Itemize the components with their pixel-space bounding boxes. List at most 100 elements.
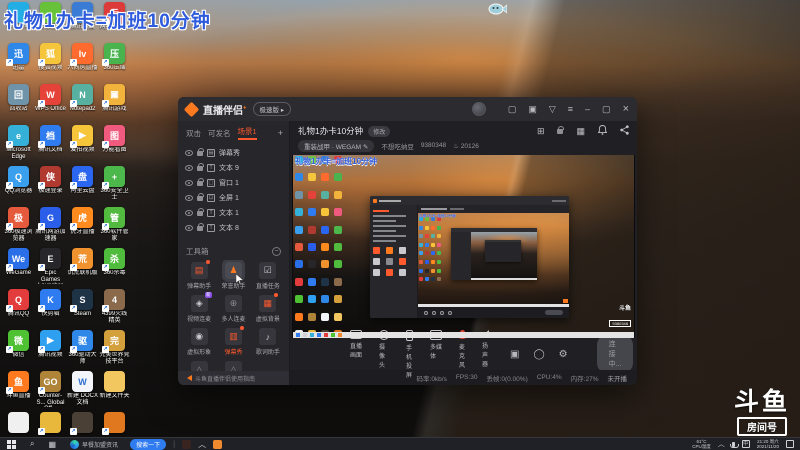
tray-mic-icon[interactable] [729,441,739,448]
edge-taskbar-item[interactable]: 早餐加盟资讯 [63,438,125,450]
lock-icon[interactable] [197,163,204,171]
edition-badge[interactable]: 极速版 ▸ [252,102,292,116]
desktop-icon[interactable]: 压 ↗ 360压缩 [99,43,130,84]
record-icon[interactable]: ▣ [510,349,519,360]
scene-tab[interactable]: 双击 [186,128,201,139]
desktop-icon[interactable]: 鱼 ↗ 斗鱼直播 [3,371,34,412]
share-icon[interactable] [620,125,629,137]
desktop-icon[interactable]: + ↗ 360安全卫士 [99,166,130,207]
visibility-eye-icon[interactable] [185,194,193,201]
headset-icon[interactable]: ▣ [528,104,537,114]
scene-tab[interactable]: 可发名 [208,128,231,139]
visibility-eye-icon[interactable] [185,149,193,156]
desktop-icon[interactable]: K ↗ 快剪辑 [35,289,66,330]
toolbox-tool[interactable]: ▥ 弹幕秀 [216,326,250,356]
wps-taskbar-icon[interactable] [213,439,223,449]
desktop-icon[interactable]: GO↗Counter-S... Global Off... [35,371,66,412]
category-pill[interactable]: 重装战甲 · WEGAM ✎ [298,139,375,152]
desktop-icon[interactable]: 管 ↗ 360软件管家 [99,207,130,248]
clock[interactable]: 21:20 周六 2021/11/20 [757,439,779,449]
toolbox-tool[interactable]: ◉ 虚拟形象 [182,328,216,356]
desktop-icon[interactable]: 档 ↗ 腾讯文档 [35,125,66,166]
toolbox-tool[interactable]: ⊕ 多人连麦 [216,295,250,323]
source-row[interactable]: ⊡ 全屏 1 [178,190,289,205]
toolbox-tool[interactable]: ◈ 新 视频连麦 [182,292,216,323]
scene-tab[interactable]: 场景1 [237,126,257,140]
desktop-icon[interactable]: 图 ↗ 万能看图 [99,125,130,166]
desktop-icon[interactable]: 微 ↗ 微信 [3,330,34,371]
add-scene-button[interactable]: + [278,128,283,138]
lock-icon[interactable] [197,148,204,156]
toolbox-tool[interactable]: ▦ 虚拟背景 [251,293,285,323]
toolbox-tool[interactable]: △ [216,361,250,371]
search-icon[interactable]: ⌕ [23,438,41,450]
minimize-button[interactable]: – [585,104,590,114]
desktop-icon[interactable]: 4 ↗ 4399火线精英 [99,289,130,330]
toolbox-tool[interactable]: ▤ 弹幕助手 [182,260,216,290]
source-row[interactable]: T 文本 8 [178,220,289,235]
source-row[interactable]: ▢ 窗口 1 [178,175,289,190]
lock-icon[interactable] [197,208,204,216]
task-view-icon[interactable]: ▦ [41,438,63,450]
desktop-icon[interactable]: We ↗ WeGame [3,248,34,289]
live-preview[interactable]: 礼物1办卡=加班10分钟 礼物1办卡=加班10分钟 斗鱼 9380348 [292,155,635,338]
source-row[interactable]: T 文本 1 [178,205,289,220]
lock-icon[interactable] [197,223,204,231]
visibility-eye-icon[interactable] [185,209,193,216]
lock-icon[interactable] [557,125,565,134]
desktop-icon[interactable]: 盘 ↗ 阿里云盘 [67,166,98,207]
desktop-icon[interactable]: 迅 ↗ 迅雷 [3,43,34,84]
bell-icon[interactable] [597,125,608,137]
close-button[interactable]: × [623,103,629,115]
funnel-icon[interactable]: ▽ [549,104,556,114]
desktop-icon[interactable]: e ↗ Microsoft Edge [3,125,34,166]
desktop-icon[interactable]: W 新建 DOCX 文档 [67,371,98,412]
desktop-icon[interactable]: ▣ ↗ 腾讯游戏 [99,84,130,125]
desktop-icon[interactable]: 狐 ↗ 搜狐视频 [35,43,66,84]
source-row[interactable]: ▤ 弹幕秀 [178,145,289,160]
avatar[interactable] [471,102,486,116]
desktop-icon[interactable]: Q ↗ 腾讯QQ [3,289,34,330]
desktop-icon[interactable]: 荒 ↗ 饥荒联机版 [67,248,98,289]
desktop-icon[interactable]: W ↗ WPS Office [35,84,66,125]
settings-gear-icon[interactable]: ⚙ [559,349,568,360]
float-window-icon[interactable]: ◯ [533,349,544,360]
lock-icon[interactable] [197,178,204,186]
csgo-taskbar-icon[interactable] [182,439,192,449]
desktop-icon[interactable]: E↗Epic Games Launcher [35,248,66,289]
lock-icon[interactable] [197,193,204,201]
toolbox-tool[interactable]: ♟ 荣誉助手 [216,260,250,290]
app-titlebar[interactable]: 直播伴侣+ 极速版 ▸ ▢ ▣ ▽ ≡ – ▢ × [178,97,637,121]
desktop-icon[interactable]: S ↗ Steam [67,289,98,330]
calendar-icon[interactable]: ▦ [576,126,585,137]
desktop-icon[interactable]: Q ↗ QQ浏览器 [3,166,34,207]
desktop-icon[interactable]: ▶ ↗ 爱拍视频 [67,125,98,166]
desktop-icon[interactable]: G ↗ 腾讯网游加速器 [35,207,66,248]
toolbox-tool[interactable]: ☑ 直播任务 [251,262,285,290]
visibility-eye-icon[interactable] [185,224,193,231]
desktop-icon[interactable]: 虎 ↗ 虎牙直播 [67,207,98,248]
maximize-button[interactable]: ▢ [602,104,611,114]
desktop-icon[interactable]: 回回收站 [3,84,34,125]
start-button[interactable] [0,438,23,450]
toolbox-tool[interactable]: △ [182,361,216,371]
message-icon[interactable]: ▢ [508,104,517,114]
desktop-icon[interactable]: 完 ↗ 完美世界竞技平台 [99,330,130,371]
search-now-button[interactable]: 搜索一下 [130,438,167,450]
source-row[interactable]: T 文本 9 [178,160,289,175]
desktop-icon[interactable]: lv ↗ 六间房直播 [67,43,98,84]
visibility-eye-icon[interactable] [185,164,193,171]
notification-center-icon[interactable] [786,440,794,448]
gift-panel-icon[interactable]: ⊞ [537,126,545,137]
desktop-icon[interactable]: 极 ↗ 360极速浏览器 [3,207,34,248]
desktop-icon[interactable]: ▶ ↗ 腾讯视频 [35,330,66,371]
ime-icon[interactable]: 中 [741,440,750,448]
desktop-icon[interactable]: 侠 ↗ 极速登录 [35,166,66,207]
desktop-icon[interactable]: 杀 ↗ 360杀毒 [99,248,130,289]
visibility-eye-icon[interactable] [185,179,193,186]
desktop-icon[interactable]: N ↗ Notepad2 [67,84,98,125]
desktop-icon[interactable]: 驱 ↗ 360驱动大师 [67,330,98,371]
toolbox-collapse-icon[interactable]: − [272,247,281,256]
desktop-icon[interactable]: 新建文件夹 [99,371,130,412]
menu-icon[interactable]: ≡ [568,104,573,114]
